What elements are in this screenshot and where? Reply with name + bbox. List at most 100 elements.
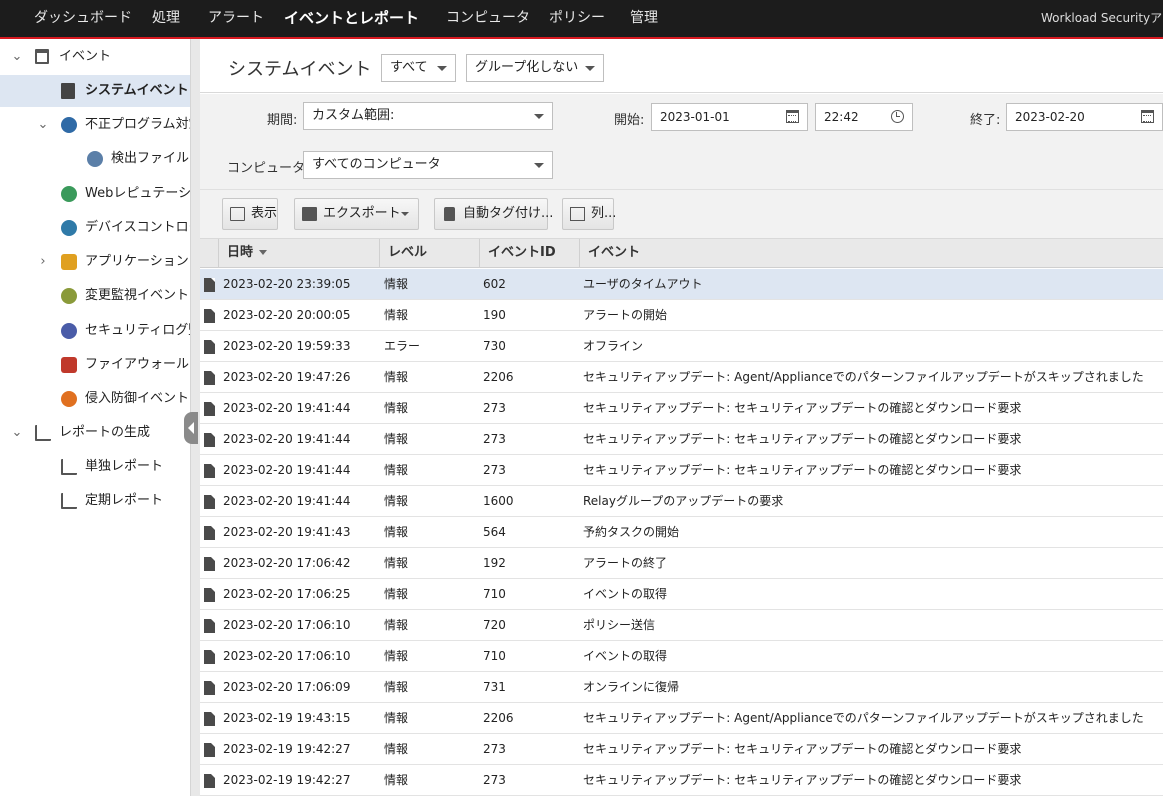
sidebar-item-label: 検出ファイル — [111, 151, 190, 166]
nav-administration[interactable]: 管理 — [630, 0, 658, 37]
table-row[interactable]: 2023-02-19 19:42:27 情報 273 セキュリティアップデート: セキ… — [200, 765, 1163, 796]
sidebar-item-integrity-monitoring[interactable]: 変更監視イベント — [0, 280, 190, 312]
cell-event: イベントの取得 — [583, 587, 668, 601]
table-row[interactable]: 2023-02-20 17:06:25 情報 710 イベントの取得 — [200, 579, 1163, 610]
table-row[interactable]: 2023-02-20 17:06:42 情報 192 アラートの終了 — [200, 548, 1163, 579]
start-label: 開始: — [614, 113, 645, 128]
grouping-dropdown[interactable]: グループ化しない — [466, 54, 604, 82]
collapse-sidebar-handle[interactable] — [184, 412, 198, 444]
sidebar-item-reports[interactable]: ⌄ レポートの生成 — [0, 417, 190, 449]
cell-level: 情報 — [384, 401, 409, 415]
cell-level: 情報 — [384, 463, 409, 477]
table-row[interactable]: 2023-02-20 17:06:10 情報 720 ポリシー送信 — [200, 610, 1163, 641]
caret-down-icon — [437, 66, 447, 71]
sidebar-item-events[interactable]: ⌄ イベント — [0, 41, 190, 73]
start-date-value: 2023-01-01 — [660, 110, 730, 124]
calendar-icon[interactable] — [786, 110, 799, 123]
document-icon — [204, 495, 215, 509]
chevron-right-icon[interactable]: › — [36, 246, 50, 278]
view-label: 表示 — [251, 206, 278, 221]
nav-actions[interactable]: 処理 — [152, 0, 180, 37]
account-menu[interactable]: Workload Securityアカ — [1041, 0, 1163, 37]
sidebar-item-intrusion-prevention[interactable]: 侵入防御イベント — [0, 383, 190, 415]
table-row[interactable]: 2023-02-20 23:39:05 情報 602 ユーザのタイムアウト — [200, 269, 1163, 300]
table-row[interactable]: 2023-02-20 19:59:33 エラー 730 オフライン — [200, 331, 1163, 362]
table-row[interactable]: 2023-02-20 19:41:43 情報 564 予約タスクの開始 — [200, 517, 1163, 548]
table-row[interactable]: 2023-02-20 19:41:44 情報 1600 Relayグループのアップデー… — [200, 486, 1163, 517]
nav-events-reports[interactable]: イベントとレポート — [284, 0, 419, 37]
export-button[interactable]: エクスポート — [294, 198, 419, 230]
table-row[interactable]: 2023-02-19 19:42:27 情報 273 セキュリティアップデート: セキ… — [200, 734, 1163, 765]
start-date-input[interactable]: 2023-01-01 — [651, 103, 808, 131]
page-title: システムイベント — [228, 59, 372, 80]
clock-icon[interactable] — [891, 110, 904, 123]
chevron-down-icon[interactable]: ⌄ — [36, 109, 50, 141]
table-row[interactable]: 2023-02-20 20:00:05 情報 190 アラートの開始 — [200, 300, 1163, 331]
column-header-level[interactable]: レベル — [379, 239, 479, 268]
nav-policies[interactable]: ポリシー — [549, 0, 605, 37]
column-header-event-id[interactable]: イベントID — [479, 239, 579, 268]
period-label: 期間: — [267, 113, 298, 128]
table-header: 日時 レベル イベントID イベント — [200, 238, 1163, 268]
top-nav: ダッシュボード 処理 アラート イベントとレポート コンピュータ ポリシー 管理… — [0, 0, 1163, 39]
application-control-icon — [61, 254, 77, 270]
sidebar-item-label: 変更監視イベント — [85, 288, 190, 303]
period-dropdown[interactable]: カスタム範囲: — [303, 102, 553, 130]
event-filter-dropdown[interactable]: すべて — [381, 54, 456, 82]
table-row[interactable]: 2023-02-20 19:41:44 情報 273 セキュリティアップデート: セキ… — [200, 455, 1163, 486]
table-row[interactable]: 2023-02-20 17:06:09 情報 731 オンラインに復帰 — [200, 672, 1163, 703]
cell-event-id: 190 — [483, 308, 506, 322]
table-row[interactable]: 2023-02-19 19:43:15 情報 2206 セキュリティアップデート: A… — [200, 703, 1163, 734]
nav-alerts[interactable]: アラート — [208, 0, 264, 37]
table-row[interactable]: 2023-02-20 19:47:26 情報 2206 セキュリティアップデート: A… — [200, 362, 1163, 393]
scheduled-report-icon — [61, 493, 77, 509]
calendar-icon[interactable] — [1141, 110, 1154, 123]
cell-event: セキュリティアップデート: Agent/Applianceでのパターンファイルア… — [583, 370, 1144, 384]
cell-event-id: 564 — [483, 525, 506, 539]
table-row[interactable]: 2023-02-20 19:41:44 情報 273 セキュリティアップデート: セキ… — [200, 393, 1163, 424]
line-chart-icon — [61, 459, 77, 475]
document-icon — [204, 278, 215, 292]
sidebar-item-anti-malware[interactable]: ⌄ 不正プログラム対策 — [0, 109, 190, 141]
chevron-down-icon[interactable]: ⌄ — [10, 41, 24, 73]
computer-dropdown[interactable]: すべてのコンピュータ — [303, 151, 553, 179]
document-icon — [204, 619, 215, 633]
sidebar-item-single-report[interactable]: 単独レポート — [0, 451, 184, 483]
detected-file-icon — [87, 151, 103, 167]
cell-event-id: 602 — [483, 277, 506, 291]
intrusion-prevention-icon — [61, 391, 77, 407]
sidebar-item-web-reputation[interactable]: Webレピュテーション — [0, 178, 190, 210]
column-header-datetime[interactable]: 日時 — [218, 239, 379, 268]
sidebar-item-log-inspection[interactable]: セキュリティログ監視 — [0, 315, 190, 347]
cell-datetime: 2023-02-20 19:59:33 — [223, 339, 351, 353]
end-date-input[interactable]: 2023-02-20 — [1006, 103, 1163, 131]
sidebar-item-detected-files[interactable]: 検出ファイル — [0, 143, 190, 175]
nav-computers[interactable]: コンピュータ — [446, 0, 530, 37]
chevron-down-icon[interactable]: ⌄ — [10, 417, 24, 449]
sidebar-item-label: イベント — [59, 49, 112, 64]
column-header-event[interactable]: イベント — [579, 239, 1163, 268]
table-row[interactable]: 2023-02-20 17:06:10 情報 710 イベントの取得 — [200, 641, 1163, 672]
document-icon — [204, 464, 215, 478]
columns-button[interactable]: 列... — [562, 198, 616, 230]
sidebar-item-scheduled-report[interactable]: 定期レポート — [0, 485, 190, 517]
sidebar-item-firewall[interactable]: ファイアウォールイベント — [0, 349, 190, 381]
table-row[interactable]: 2023-02-20 19:41:44 情報 273 セキュリティアップデート: セキ… — [200, 424, 1163, 455]
cell-datetime: 2023-02-20 19:41:44 — [223, 401, 351, 415]
cell-event-id: 192 — [483, 556, 506, 570]
start-time-input[interactable]: 22:42 — [815, 103, 913, 131]
cell-level: 情報 — [384, 494, 409, 508]
nav-dashboard[interactable]: ダッシュボード — [34, 0, 132, 37]
view-button[interactable]: 表示 — [222, 198, 278, 230]
document-icon — [204, 433, 215, 447]
cell-event: セキュリティアップデート: セキュリティアップデートの確認とダウンロード要求 — [583, 742, 1022, 756]
document-icon — [204, 371, 215, 385]
sidebar-item-application-control[interactable]: › アプリケーションコントロール — [0, 246, 190, 278]
cell-datetime: 2023-02-20 23:39:05 — [223, 277, 351, 291]
end-date-value: 2023-02-20 — [1015, 110, 1085, 124]
sidebar-item-system-events[interactable]: システムイベント — [0, 75, 190, 107]
sidebar-item-device-control[interactable]: デバイスコントロール — [0, 212, 190, 244]
cell-event-id: 710 — [483, 587, 506, 601]
filter-panel: 期間: カスタム範囲: 開始: 2023-01-01 22:42 終了: 202… — [200, 94, 1163, 190]
auto-tag-button[interactable]: 自動タグ付け... — [434, 198, 553, 230]
